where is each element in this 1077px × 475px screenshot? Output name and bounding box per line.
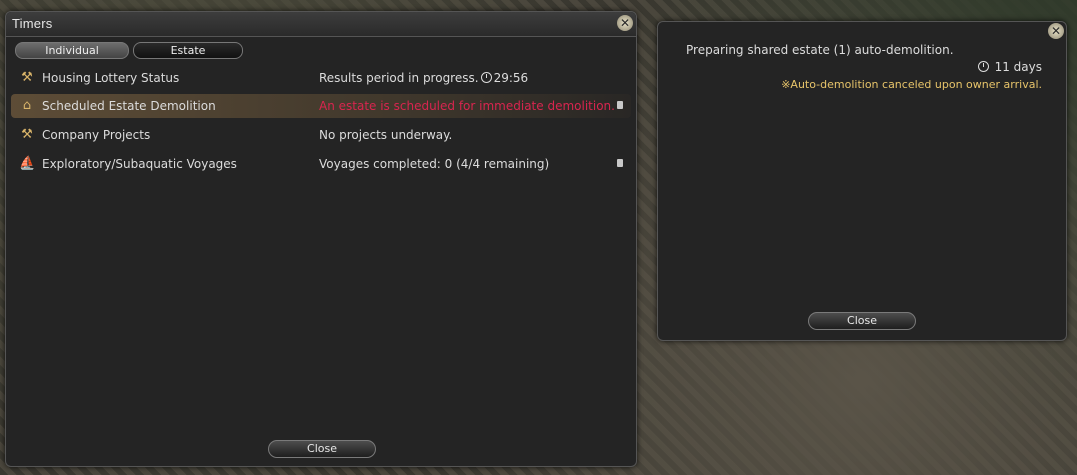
timer-row-label: Company Projects [42, 128, 151, 142]
timer-row-status: Voyages completed: 0 (4/4 remaining) [319, 157, 550, 171]
timer-row-status: Results period in progress. 29:56 [319, 71, 529, 85]
tab-individual[interactable]: Individual [15, 42, 129, 59]
demolition-notice-window: ✕ Preparing shared estate (1) auto-demol… [657, 21, 1067, 341]
details-icon[interactable] [617, 101, 623, 109]
timer-row-housing-lottery[interactable]: ⚒ Housing Lottery Status Results period … [11, 66, 631, 90]
details-icon[interactable] [617, 159, 623, 167]
timer-row-status: No projects underway. [319, 128, 453, 142]
timer-row-label: Housing Lottery Status [42, 71, 180, 85]
gavel-icon: ⚒ [21, 70, 33, 85]
notice-message: Preparing shared estate (1) auto-demolit… [686, 43, 954, 57]
timer-row-voyages[interactable]: ⛵ Exploratory/Subaquatic Voyages Voyages… [11, 152, 631, 176]
hammer-icon: ⚒ [21, 127, 33, 142]
submarine-icon: ⛵ [19, 156, 36, 171]
timer-row-label: Scheduled Estate Demolition [42, 99, 216, 113]
window-close-icon[interactable]: ✕ [1048, 23, 1064, 39]
timer-row-estate-demolition[interactable]: ⌂ Scheduled Estate Demolition An estate … [11, 94, 631, 118]
tab-estate[interactable]: Estate [133, 42, 243, 59]
timer-row-company-projects[interactable]: ⚒ Company Projects No projects underway. [11, 123, 631, 147]
clock-icon [977, 61, 989, 72]
timer-row-status: An estate is scheduled for immediate dem… [319, 99, 615, 113]
timer-tabs: Individual Estate [15, 42, 243, 59]
timers-window: Timers ✕ Individual Estate ⚒ Housing Lot… [5, 11, 637, 467]
timers-titlebar[interactable]: Timers ✕ [6, 12, 636, 37]
clock-icon [480, 72, 492, 83]
days-remaining: 11 days [976, 60, 1042, 74]
window-title: Timers [12, 16, 53, 31]
timer-row-label: Exploratory/Subaquatic Voyages [42, 157, 237, 171]
countdown-time: 29:56 [493, 71, 529, 85]
close-button[interactable]: Close [268, 440, 376, 458]
cancel-note: ※Auto-demolition canceled upon owner arr… [781, 78, 1042, 91]
house-icon: ⌂ [22, 98, 32, 113]
window-close-icon[interactable]: ✕ [617, 15, 633, 31]
close-button[interactable]: Close [808, 312, 916, 330]
